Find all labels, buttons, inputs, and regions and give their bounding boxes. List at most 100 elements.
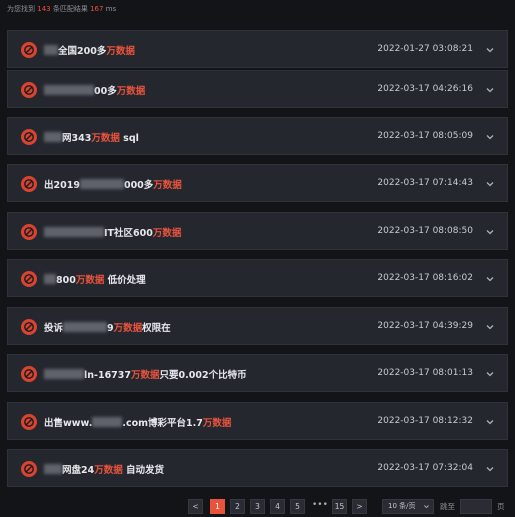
stats-middle: 条匹配结果 — [52, 5, 88, 13]
lock-icon — [24, 227, 34, 237]
chevron-down-icon[interactable] — [485, 322, 495, 332]
result-title[interactable]: ln-16737万数据只要0.002个比特币 — [44, 367, 247, 381]
chevron-down-icon[interactable] — [485, 369, 495, 379]
avatar — [21, 42, 37, 58]
result-row[interactable]: ln-16737万数据只要0.002个比特币 2022-03-17 08:01:1… — [7, 354, 508, 392]
avatar — [21, 366, 37, 382]
result-date: 2022-03-17 04:26:16 — [377, 84, 473, 94]
title-highlight: 万数据 — [113, 323, 143, 334]
result-title[interactable]: 出2019 000多万数据 — [44, 177, 182, 191]
title-highlight: 万数据 — [152, 228, 182, 239]
result-row[interactable]: IT社区600万数据 2022-03-17 08:08:50 — [7, 212, 508, 250]
avatar — [21, 461, 37, 477]
result-title[interactable]: 投诉 9万数据权限在 — [44, 320, 171, 334]
title-text: 全国200多 — [58, 46, 107, 57]
redacted-text — [44, 274, 56, 284]
title-suffix: 只要0.002个比特币 — [159, 370, 247, 381]
title-highlight: 万数据 — [106, 46, 135, 57]
title-highlight: 万数据 — [116, 86, 146, 97]
chevron-down-icon[interactable] — [485, 464, 495, 474]
result-title[interactable]: IT社区600万数据 — [44, 225, 181, 239]
result-date: 2022-03-17 08:12:32 — [377, 416, 473, 426]
chevron-down-icon[interactable] — [485, 227, 495, 237]
title-text: 000多 — [123, 180, 154, 191]
page-button-last[interactable]: 15 — [332, 499, 347, 514]
result-row[interactable]: 出2019 000多万数据 2022-03-17 07:14:43 — [7, 164, 508, 202]
redacted-text — [44, 369, 84, 379]
result-row[interactable]: 网343万数据 sql 2022-03-17 08:05:09 — [7, 117, 508, 155]
avatar — [21, 82, 37, 98]
stats-time: 167 — [90, 5, 104, 13]
page-size-value: 10 条/页 — [388, 502, 416, 510]
prev-page-button[interactable]: < — [188, 499, 203, 514]
result-row[interactable]: 投诉 9万数据权限在 2022-03-17 04:39:29 — [7, 307, 508, 345]
result-date: 2022-03-17 04:39:29 — [377, 321, 473, 331]
title-highlight: 万数据 — [131, 370, 160, 381]
result-title[interactable]: 800万数据 低价处理 — [44, 272, 146, 286]
title-suffix: 低价处理 — [104, 275, 146, 286]
redacted-text — [44, 85, 94, 95]
page-button-4[interactable]: 4 — [270, 499, 285, 514]
redacted-text — [44, 464, 62, 474]
title-text: 9 — [107, 323, 114, 334]
jump-input[interactable] — [460, 499, 492, 514]
lock-icon — [24, 417, 34, 427]
page-button-3[interactable]: 3 — [250, 499, 265, 514]
result-row[interactable]: 00多万数据 2022-03-17 04:26:16 — [7, 70, 508, 108]
lock-icon — [24, 464, 34, 474]
result-row[interactable]: 网盘24万数据 自动发货 2022-03-17 07:32:04 — [7, 449, 508, 487]
title-text: ln-16737 — [84, 370, 132, 381]
jump-label: 跳至 — [440, 502, 455, 511]
lock-icon — [24, 45, 34, 55]
page-button-1[interactable]: 1 — [210, 499, 225, 514]
chevron-down-icon[interactable] — [485, 132, 495, 142]
title-highlight: 万数据 — [153, 180, 182, 191]
result-title[interactable]: 00多万数据 — [44, 83, 145, 97]
result-date: 2022-03-17 08:08:50 — [377, 226, 473, 236]
chevron-down-icon[interactable] — [485, 179, 495, 189]
pagination: < 1 2 3 4 5 ••• 15 > 10 条/页 跳至 页 — [188, 499, 508, 515]
title-suffix: sql — [119, 133, 139, 144]
result-title[interactable]: 出售www. .com博彩平台1.7万数据 — [44, 415, 231, 429]
result-date: 2022-03-17 08:01:13 — [377, 368, 473, 378]
lock-icon — [24, 85, 34, 95]
result-stats: 为您找到 143 条匹配结果 167 ms — [7, 4, 116, 18]
title-highlight: 万数据 — [75, 275, 105, 286]
result-title[interactable]: 网盘24万数据 自动发货 — [44, 462, 164, 476]
chevron-down-icon[interactable] — [485, 85, 495, 95]
result-row[interactable]: 800万数据 低价处理 2022-03-17 08:16:02 — [7, 259, 508, 297]
chevron-down-icon[interactable] — [485, 45, 495, 55]
result-date: 2022-01-27 03:08:21 — [377, 44, 473, 54]
chevron-down-icon[interactable] — [485, 417, 495, 427]
page-size-select[interactable]: 10 条/页 — [382, 499, 434, 514]
page-ellipsis[interactable]: ••• — [312, 499, 328, 511]
result-date: 2022-03-17 07:14:43 — [377, 178, 473, 188]
avatar — [21, 224, 37, 240]
chevron-down-icon[interactable] — [485, 274, 495, 284]
title-highlight: 万数据 — [91, 133, 120, 144]
result-title[interactable]: 全国200多万数据 — [44, 43, 135, 57]
redacted-text — [44, 45, 58, 55]
page-button-5[interactable]: 5 — [290, 499, 305, 514]
avatar — [21, 176, 37, 192]
next-page-button[interactable]: > — [352, 499, 367, 514]
avatar — [21, 129, 37, 145]
title-highlight: 万数据 — [94, 465, 123, 476]
stats-unit: ms — [105, 5, 117, 13]
lock-icon — [24, 132, 34, 142]
result-row[interactable]: 全国200多万数据 2022-01-27 03:08:21 — [7, 30, 508, 68]
avatar — [21, 319, 37, 335]
result-date: 2022-03-17 08:05:09 — [377, 131, 473, 141]
stats-prefix: 为您找到 — [7, 5, 35, 13]
lock-icon — [24, 179, 34, 189]
lock-icon — [24, 322, 34, 332]
stats-count: 143 — [37, 5, 51, 13]
result-title[interactable]: 网343万数据 sql — [44, 130, 139, 144]
lock-icon — [24, 274, 34, 284]
title-lead: 出2019 — [44, 180, 80, 191]
redacted-text — [44, 227, 104, 237]
page-button-2[interactable]: 2 — [230, 499, 245, 514]
title-highlight: 万数据 — [202, 418, 232, 429]
result-row[interactable]: 出售www. .com博彩平台1.7万数据 2022-03-17 08:12:32 — [7, 402, 508, 440]
title-text: .com博彩平台1.7 — [122, 418, 203, 429]
